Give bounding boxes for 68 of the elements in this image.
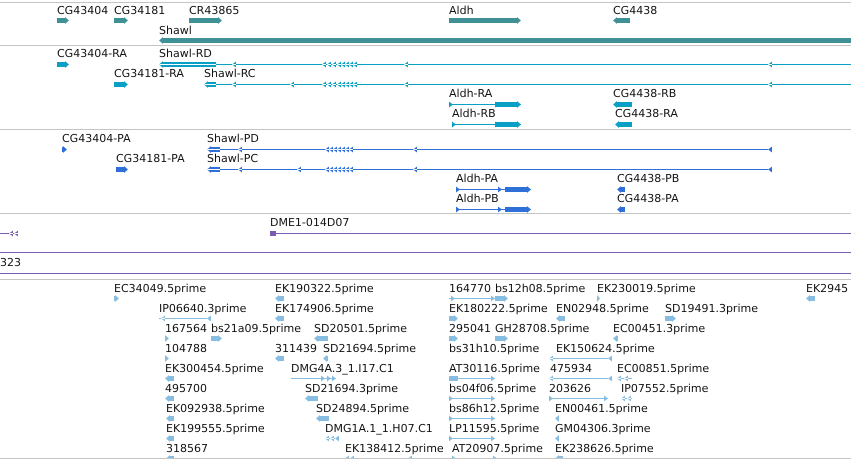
feature-label: EK238626.5prime [555, 442, 654, 455]
feature-label: EK190322.5prime [275, 282, 374, 295]
feature-label: 167564 [165, 322, 207, 335]
feature-label: CG34181-PA [116, 152, 185, 165]
feature-label: EN00461.5prime [555, 402, 648, 415]
feature-label: SD21694.3prime [305, 382, 398, 395]
feature-label: EK174906.5prime [275, 302, 374, 315]
feature-label: 295041 [449, 322, 491, 335]
feature-label: Shawl-RC [204, 67, 256, 80]
feature-label: IP07552.5prime [621, 382, 708, 395]
feature-label: Aldh-PA [456, 172, 498, 185]
feature-label: CG34181 [114, 4, 166, 17]
feature-label: CG4438-RA [615, 107, 678, 120]
feature-label: EK180222.5prime [449, 302, 548, 315]
feature-label: EK2945 [806, 282, 848, 295]
feature-label: CG43404-RA [57, 47, 127, 60]
feature-label: CG4438-PB [617, 172, 680, 185]
feature-label: Shawl-PD [207, 132, 259, 145]
feature-label: EK138412.5prime [345, 442, 444, 455]
feature-label: CG43404 [57, 4, 108, 17]
feature-label: bs04f06.5prime [449, 382, 536, 395]
feature-label: SD19491.3prime [665, 302, 758, 315]
feature-label: EC00451.3prime [613, 322, 706, 335]
feature-label: bs31h10.5prime [449, 342, 540, 355]
feature-label: CG43404-PA [62, 132, 131, 145]
feature-label: DMG4A.3_1.I17.C1 [291, 362, 394, 375]
feature-label: GH28708.5prime [495, 322, 590, 335]
feature-label: SD21694.5prime [323, 342, 416, 355]
feature-label: CG4438-PA [617, 192, 679, 205]
feature-label: EC34049.5prime [114, 282, 206, 295]
feature-label: AT30116.5prime [449, 362, 540, 375]
feature-label: EK230019.5prime [597, 282, 696, 295]
feature-label: EK300454.5prime [165, 362, 264, 375]
feature-label: SD24894.5prime [316, 402, 409, 415]
feature-label: CG34181-RA [114, 67, 184, 80]
feature-label: 323 [0, 256, 21, 269]
feature-label: 495700 [165, 382, 207, 395]
feature-label: Shawl-RD [159, 47, 212, 60]
feature-label: bs86h12.5prime [449, 402, 540, 415]
feature-label: CR43865 [189, 4, 240, 17]
feature-label: bs12h08.5prime [495, 282, 586, 295]
feature-label: Shawl-PC [207, 152, 258, 165]
feature-label: 104788 [165, 342, 207, 355]
feature-label: 318567 [166, 442, 208, 455]
feature-label: bs21a09.5prime [211, 322, 301, 335]
feature-label: EK150624.5prime [556, 342, 655, 355]
feature-label: AT20907.5prime [452, 442, 543, 455]
feature-label: SD20501.5prime [314, 322, 407, 335]
feature-label: 203626 [549, 382, 591, 395]
feature-label: DME1-014D07 [270, 216, 350, 229]
feature-label: 475934 [550, 362, 592, 375]
feature-label: 164770 [449, 282, 491, 295]
feature-label: DMG1A.1_1.H07.C1 [325, 422, 433, 435]
feature-label: GM04306.3prime [555, 422, 651, 435]
feature-label: CG4438 [613, 4, 658, 17]
feature-label: IP06640.3prime [159, 302, 246, 315]
feature-label: Aldh-RA [449, 87, 492, 100]
feature-label: Shawl [159, 24, 192, 37]
feature-label: EN02948.5prime [556, 302, 649, 315]
feature-label: LP11595.5prime [449, 422, 540, 435]
feature-label: Aldh-PB [456, 192, 499, 205]
feature-label: Aldh-RB [452, 107, 496, 120]
feature-label: CG4438-RB [613, 87, 676, 100]
feature-label: 311439 [275, 342, 317, 355]
feature-label: EK092938.5prime [166, 402, 265, 415]
feature-label: EK199555.5prime [166, 422, 265, 435]
feature-label: EC00851.5prime [617, 362, 710, 375]
feature-label: Aldh [449, 4, 474, 17]
